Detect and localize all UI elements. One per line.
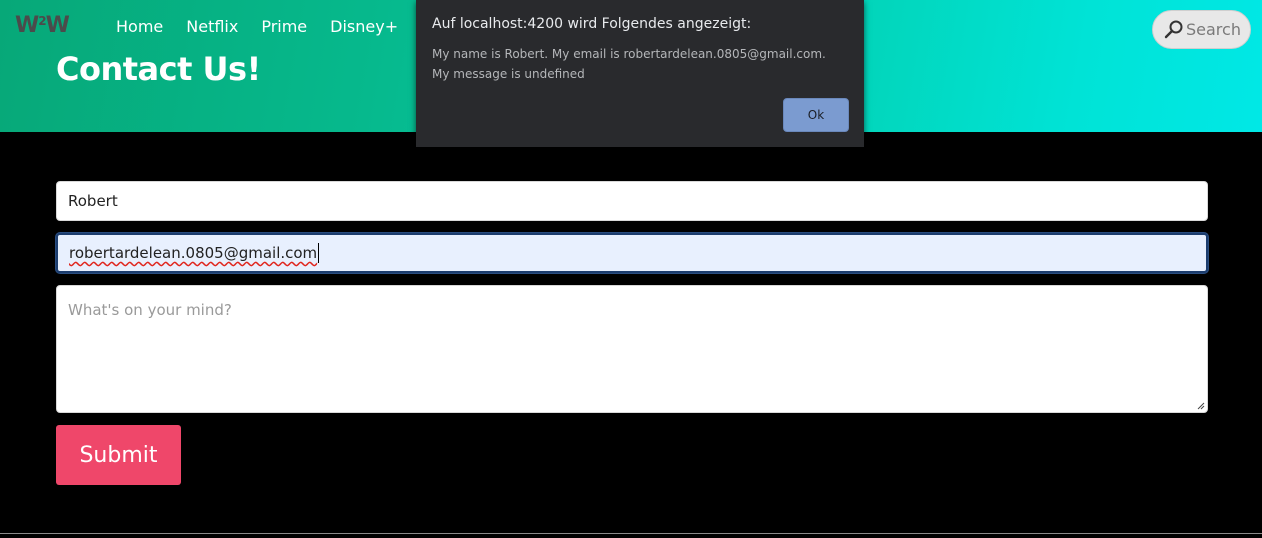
search-icon <box>1164 20 1183 38</box>
message-field[interactable]: What's on your mind? <box>56 285 1208 413</box>
text-caret <box>318 243 320 263</box>
email-value: robertardelean.0805@gmail.com <box>69 244 318 262</box>
main-nav: Home Netflix Prime Disney+ Sk <box>116 17 464 37</box>
search-placeholder: Search <box>1186 20 1241 39</box>
contact-form: Robert robertardelean.0805@gmail.com Wha… <box>56 181 1208 413</box>
logo-text-end: W <box>45 13 70 38</box>
alert-dialog: Auf localhost:4200 wird Folgendes angeze… <box>416 0 864 147</box>
nav-home[interactable]: Home <box>116 17 163 37</box>
divider <box>0 533 1262 534</box>
search-input[interactable]: Search <box>1152 10 1251 49</box>
nav-netflix[interactable]: Netflix <box>186 17 238 37</box>
nav-prime[interactable]: Prime <box>261 17 307 37</box>
resize-handle-icon[interactable] <box>1197 402 1205 410</box>
nav-disney[interactable]: Disney+ <box>330 17 398 37</box>
dialog-message: My name is Robert. My email is robertard… <box>432 47 826 81</box>
logo-text-sup: 2 <box>38 14 46 28</box>
logo[interactable]: W2W <box>15 13 70 43</box>
ok-button[interactable]: Ok <box>783 98 849 132</box>
name-value: Robert <box>68 192 118 210</box>
message-placeholder: What's on your mind? <box>68 301 232 319</box>
dialog-title: Auf localhost:4200 wird Folgendes angeze… <box>432 16 752 32</box>
submit-button[interactable]: Submit <box>56 425 181 485</box>
name-field[interactable]: Robert <box>56 181 1208 221</box>
page-title: Contact Us! <box>56 50 261 88</box>
email-field[interactable]: robertardelean.0805@gmail.com <box>56 233 1208 273</box>
logo-text-start: W <box>15 13 39 38</box>
